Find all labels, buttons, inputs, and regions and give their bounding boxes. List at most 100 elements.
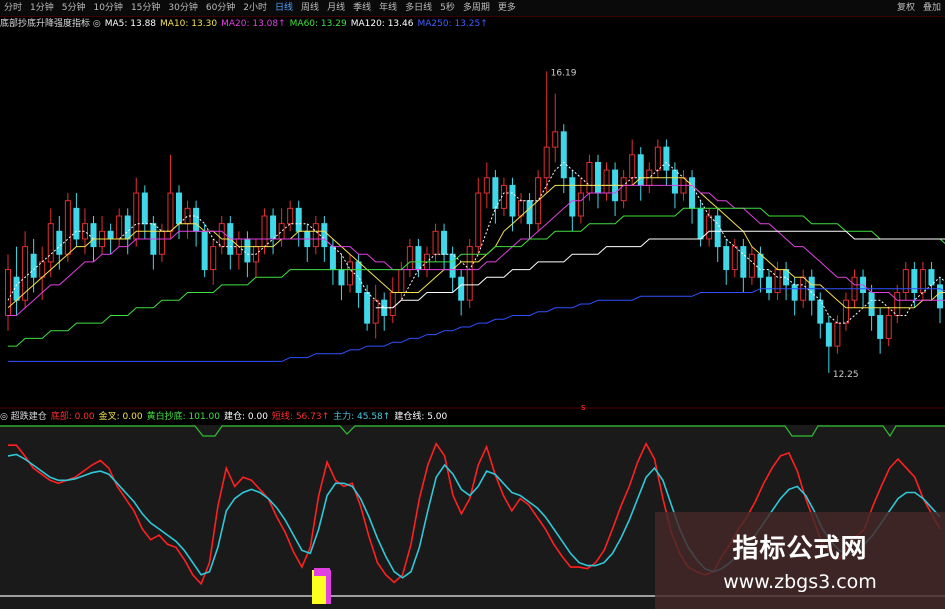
period-tab[interactable]: 日线 — [271, 0, 297, 16]
candle-body — [569, 177, 576, 217]
watermark-url: www.zbgs3.com — [723, 571, 877, 593]
candle-body — [389, 292, 396, 316]
candle-body — [748, 253, 755, 278]
candle-body — [347, 261, 354, 286]
candle-body — [107, 230, 114, 240]
candle-body — [791, 284, 798, 301]
period-tab[interactable]: 5秒 — [436, 0, 459, 16]
candle-body — [56, 230, 63, 255]
ma120-value: MA120: 13.46 — [350, 19, 414, 29]
high-price-marker: 16.19 — [551, 68, 577, 78]
candle-body — [586, 161, 593, 194]
candle-body — [928, 269, 935, 286]
candle-body — [364, 292, 371, 324]
candle-body — [885, 314, 892, 339]
candle-body — [321, 223, 328, 248]
ma250-value: MA250: 13.25↑ — [417, 19, 488, 29]
candle-body — [176, 192, 183, 225]
candle-body — [518, 200, 525, 217]
period-tab[interactable]: 60分钟 — [202, 0, 239, 16]
candle-body — [5, 269, 11, 316]
candle-body — [552, 131, 559, 148]
legend-build-line: 建仓线: 5.00 — [394, 412, 448, 422]
candle-body — [894, 292, 901, 316]
period-tabs: 分时 1分钟 5分钟 10分钟 15分钟 30分钟 60分钟 2小时 日线 周线 月线 季线 年线 多日线… — [0, 0, 520, 16]
candle-body — [689, 177, 696, 209]
candle-body — [441, 230, 448, 255]
candle-body — [740, 246, 747, 278]
ma10-value: MA10: 13.30 — [160, 19, 218, 29]
candle-body — [663, 146, 670, 171]
indicator-legend: ◎ 超跌建仓 底部: 0.00 金叉: 0.00 黄白抄底: 101.00 建仓… — [0, 410, 451, 424]
legend-main-force: 主力: 45.58↑ — [333, 412, 391, 422]
legend-bottom-buy: 黄白抄底: 101.00 — [146, 412, 220, 422]
candle-body — [671, 169, 678, 194]
candle-body — [218, 223, 225, 248]
candle-body — [475, 192, 482, 248]
period-tab[interactable]: 月线 — [323, 0, 349, 16]
candle-body — [64, 200, 71, 255]
cursor-marker: s — [581, 403, 586, 413]
candle-body — [398, 269, 405, 294]
candle-body — [355, 261, 362, 294]
candle-body — [594, 161, 601, 194]
candle-body — [30, 253, 37, 278]
candle-body — [90, 223, 97, 248]
period-tab[interactable]: 15分钟 — [127, 0, 164, 16]
candle-body — [483, 177, 490, 194]
period-tab[interactable]: 1分钟 — [26, 0, 58, 16]
candle-body — [697, 207, 704, 240]
ma-legend: 底部抄底升降强度指标 ◎ MA5: 13.88 MA10: 13.30 MA20… — [0, 17, 492, 31]
ma20-value: MA20: 13.08↑ — [221, 19, 286, 29]
overlay-button[interactable]: 叠加 — [919, 0, 945, 16]
candle-body — [620, 177, 627, 202]
candle-body — [458, 276, 465, 301]
period-toolbar: 分时 1分钟 5分钟 10分钟 15分钟 30分钟 60分钟 2小时 日线 周线 月线 季线 年线 多日线… — [0, 0, 945, 17]
candle-body — [287, 207, 294, 225]
legend-short-line: 短线: 56.73↑ — [271, 412, 330, 422]
candle-body — [654, 146, 661, 171]
candle-body — [329, 246, 336, 271]
candle-body — [73, 207, 80, 240]
period-tab[interactable]: 30分钟 — [164, 0, 201, 16]
period-tab[interactable]: 10分钟 — [89, 0, 126, 16]
fuquan-button[interactable]: 复权 — [893, 0, 919, 16]
period-tab[interactable]: 周线 — [297, 0, 323, 16]
period-tab[interactable]: 多日线 — [401, 0, 436, 16]
sub-indicator-name[interactable]: ◎ 超跌建仓 — [0, 410, 51, 424]
candle-body — [723, 246, 730, 271]
candle-body — [244, 238, 251, 263]
period-tab[interactable]: 5分钟 — [58, 0, 90, 16]
candle-body — [492, 177, 499, 209]
period-tab[interactable]: 分时 — [0, 0, 26, 16]
candle-body — [868, 292, 875, 316]
candle-body — [577, 192, 584, 217]
candle-body — [560, 131, 567, 179]
toolbar-right: 复权 叠加 — [893, 0, 945, 16]
legend-build: 建仓: 0.00 — [223, 412, 268, 422]
candle-body — [141, 192, 148, 225]
candle-body — [193, 207, 200, 232]
candle-body — [757, 253, 764, 278]
watermark-title: 指标公式网 — [732, 534, 868, 564]
candle-body — [406, 246, 413, 271]
candle-body — [509, 184, 516, 217]
watermark: 指标公式网 www.zbgs3.com — [655, 512, 945, 609]
candle-body — [432, 230, 439, 255]
candle-body — [295, 207, 302, 232]
candle-body — [312, 223, 319, 248]
candle-body — [338, 269, 345, 286]
period-tab[interactable]: 更多 — [494, 0, 520, 16]
period-tab[interactable]: 多周期 — [459, 0, 494, 16]
candle-body — [449, 253, 456, 278]
candle-body — [270, 215, 277, 240]
candle-body — [261, 215, 268, 248]
candle-body — [116, 215, 123, 240]
period-tab[interactable]: 年线 — [375, 0, 401, 16]
candle-body — [637, 154, 644, 186]
period-tab[interactable]: 季线 — [349, 0, 375, 16]
candle-body — [415, 246, 422, 271]
indicator-name[interactable]: 底部抄底升降强度指标 ◎ — [0, 17, 105, 31]
bottom-signal-bar — [326, 570, 331, 604]
period-tab[interactable]: 2小时 — [239, 0, 271, 16]
